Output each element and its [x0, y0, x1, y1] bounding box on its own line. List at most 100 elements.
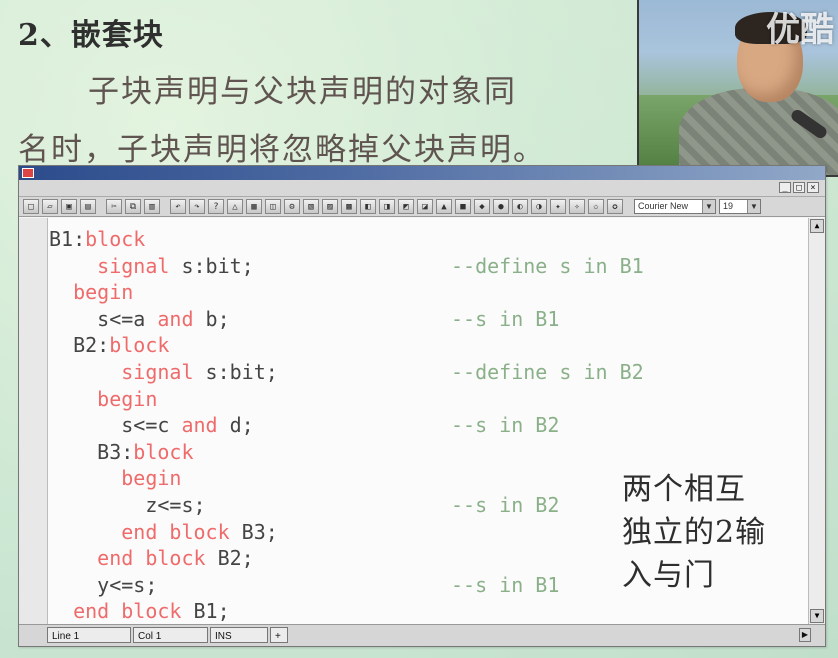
code-token: s<=a: [97, 306, 158, 331]
editor-statusbar: Line 1 Col 1 INS + ▶: [19, 624, 825, 646]
paste-icon[interactable]: ▥: [144, 199, 160, 214]
code-token: y<=s;: [97, 572, 158, 597]
redo-icon[interactable]: ↷: [189, 199, 205, 214]
code-token: b;: [193, 306, 230, 331]
tool-button[interactable]: ▲: [436, 199, 452, 214]
toolbar-separator: [99, 199, 103, 214]
tool-button[interactable]: ◪: [417, 199, 433, 214]
code-text: end block B3;: [49, 520, 278, 544]
open-folder-icon[interactable]: ▱: [42, 199, 58, 214]
tool-button[interactable]: ◐: [512, 199, 528, 214]
editor-toolbar: □ ▱ ▣ ▤ ✂ ⧉ ▥ ↶ ↷ ? △ ▦ ◫ ⚙ ▧ ▨ ▩ ◧ ◨ ◩ …: [19, 197, 825, 217]
tool-button[interactable]: ▩: [341, 199, 357, 214]
keyword-token: and: [157, 306, 194, 331]
tool-button[interactable]: ◧: [360, 199, 376, 214]
app-icon: [22, 168, 34, 178]
font-size-value: 19: [723, 201, 734, 211]
code-text: end block B1;: [49, 599, 230, 623]
tool-button[interactable]: ◑: [531, 199, 547, 214]
slide-background: 2、嵌套块 子块声明与父块声明的对象同 名时，子块声明将忽略掉父块声明。 优酷 …: [0, 0, 838, 658]
code-line: signal s:bit; --define s in B1: [49, 253, 809, 279]
code-token: B1:: [49, 227, 86, 251]
tool-button[interactable]: ▧: [303, 199, 319, 214]
tool-button[interactable]: ●: [493, 199, 509, 214]
print-icon[interactable]: ▤: [80, 199, 96, 214]
code-token: d;: [217, 413, 254, 438]
lecturer-video: 优酷: [637, 0, 838, 177]
scroll-down-icon[interactable]: ▼: [810, 609, 824, 623]
code-line: signal s:bit; --define s in B2: [49, 359, 809, 385]
editor-menubar: _ □ ×: [19, 180, 825, 197]
slide-text-line-1: 子块声明与父块声明的对象同: [88, 74, 517, 110]
keyword-token: begin: [73, 280, 134, 305]
chevron-down-icon: ▼: [702, 200, 715, 213]
code-text: s<=a and b;: [49, 306, 230, 331]
tool-button[interactable]: ◨: [379, 199, 395, 214]
code-text: signal s:bit;: [49, 360, 278, 384]
code-text: begin: [49, 280, 133, 304]
code-text: s<=c and d;: [49, 413, 254, 438]
code-comment: --s in B1: [451, 306, 560, 331]
code-text: y<=s;: [49, 573, 157, 597]
tool-button[interactable]: ✦: [550, 199, 566, 214]
tool-button[interactable]: ◆: [474, 199, 490, 214]
keyword-token: begin: [97, 386, 158, 411]
font-size-select[interactable]: 19 ▼: [719, 199, 761, 214]
editor-titlebar: [19, 166, 825, 180]
code-text: B3:block: [49, 439, 194, 464]
code-token: s:bit;: [193, 360, 278, 384]
tool-button[interactable]: ■: [455, 199, 471, 214]
slide-annotation: 两个相互 独立的2输 入与门: [622, 472, 767, 593]
keyword-token: block: [85, 227, 146, 251]
code-token: B2:: [73, 333, 110, 358]
keyword-token: end block: [121, 519, 230, 544]
scroll-up-icon[interactable]: ▲: [810, 219, 824, 233]
code-token: B3;: [229, 519, 278, 544]
font-name-select[interactable]: Courier New ▼: [634, 199, 716, 214]
toolbar-separator: [163, 199, 167, 214]
cut-icon[interactable]: ✂: [106, 199, 122, 214]
status-column: Col 1: [133, 627, 208, 643]
copy-icon[interactable]: ⧉: [125, 199, 141, 214]
keyword-token: signal: [121, 360, 194, 384]
code-token: s<=c: [121, 413, 182, 438]
keyword-token: block: [133, 439, 194, 464]
keyword-token: and: [181, 413, 218, 438]
editor-gutter: [19, 218, 48, 624]
code-text: z<=s;: [49, 493, 205, 517]
new-file-icon[interactable]: □: [23, 199, 39, 214]
code-token: B3:: [97, 439, 134, 464]
chevron-right-icon[interactable]: ▶: [799, 628, 811, 642]
close-button[interactable]: ×: [807, 182, 819, 193]
code-line: begin: [49, 386, 809, 412]
status-line: Line 1: [47, 627, 131, 643]
code-comment: --s in B1: [451, 572, 560, 597]
restore-button[interactable]: □: [793, 182, 805, 193]
simulate-icon[interactable]: ◫: [265, 199, 281, 214]
status-extra: +: [270, 627, 288, 643]
keyword-token: signal: [97, 253, 170, 278]
code-text: begin: [49, 466, 181, 490]
youku-watermark: 优酷: [766, 10, 834, 50]
settings-icon[interactable]: ⚙: [284, 199, 300, 214]
save-icon[interactable]: ▣: [61, 199, 77, 214]
code-text: begin: [49, 387, 157, 411]
warning-icon[interactable]: △: [227, 199, 243, 214]
tool-button[interactable]: ◩: [398, 199, 414, 214]
code-line: begin: [49, 279, 809, 305]
minimize-button[interactable]: _: [779, 182, 791, 193]
code-line: B1:block: [49, 226, 809, 252]
window-controls: _ □ ×: [779, 182, 819, 193]
code-text: B2:block: [49, 333, 169, 357]
help-icon[interactable]: ?: [208, 199, 224, 214]
tool-button[interactable]: ✧: [569, 199, 585, 214]
tool-button[interactable]: ▨: [322, 199, 338, 214]
tool-button[interactable]: ✪: [607, 199, 623, 214]
keyword-token: block: [109, 333, 170, 358]
code-token: s:bit;: [169, 253, 254, 278]
undo-icon[interactable]: ↶: [170, 199, 186, 214]
compile-icon[interactable]: ▦: [246, 199, 262, 214]
slide-text-line-2: 名时，子块声明将忽略掉父块声明。: [18, 132, 546, 168]
vertical-scrollbar[interactable]: ▲ ▼: [808, 218, 825, 624]
tool-button[interactable]: ✩: [588, 199, 604, 214]
